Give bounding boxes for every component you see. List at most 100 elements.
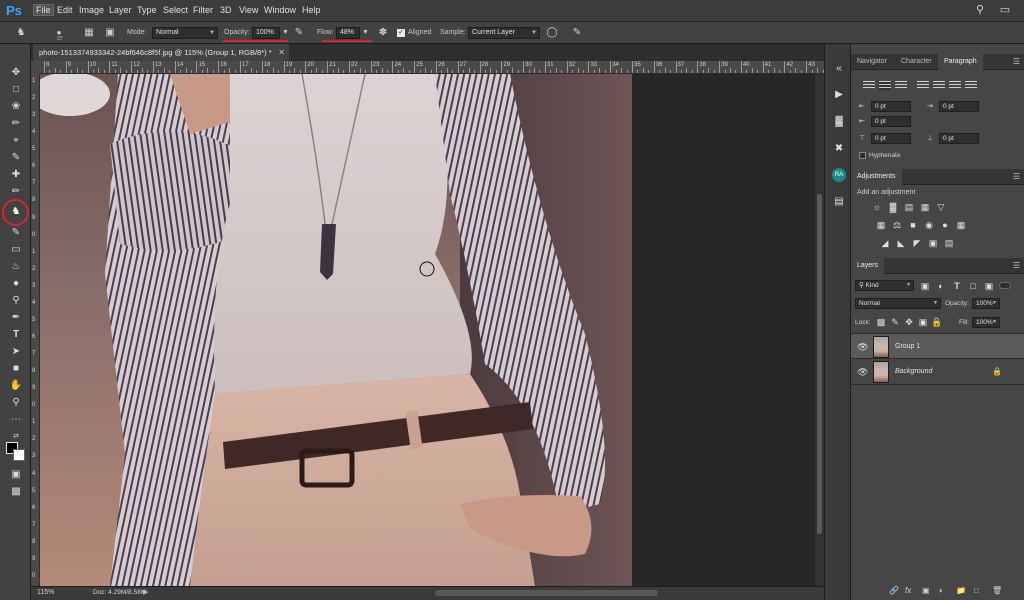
collapse-panels-icon[interactable]: « — [831, 61, 847, 77]
eyedropper-tool-icon[interactable]: ✎ — [7, 151, 25, 165]
menu-file[interactable]: File — [33, 4, 54, 16]
opacity-field[interactable]: 100% — [252, 27, 280, 39]
flow-dropdown-icon[interactable]: ▼ — [362, 29, 369, 36]
photo-canvas[interactable] — [40, 74, 815, 586]
vibrance-icon[interactable]: ▽ — [935, 201, 947, 213]
ignore-adjustment-icon[interactable]: ◯ — [545, 26, 559, 40]
brightness-contrast-icon[interactable]: ☼ — [871, 201, 883, 213]
vertical-scrollbar[interactable] — [815, 74, 824, 586]
add-mask-icon[interactable]: ▣ — [922, 586, 930, 595]
healing-brush-tool-icon[interactable]: ✚ — [7, 168, 25, 182]
selective-color-icon[interactable]: ▣ — [927, 237, 939, 249]
lock-artboard-icon[interactable]: ▣ — [917, 316, 929, 328]
align-left-icon[interactable] — [863, 81, 875, 90]
blur-tool-icon[interactable]: ● — [7, 277, 25, 291]
layer-row-background[interactable]: 👁 Background 🔒 — [851, 359, 1024, 385]
filter-toggle[interactable] — [999, 282, 1011, 289]
canvas-area[interactable] — [40, 74, 815, 586]
lock-image-icon[interactable]: ✎ — [889, 316, 901, 328]
tab-layers[interactable]: Layers — [851, 258, 885, 274]
tool-presets-icon[interactable]: ✖ — [831, 141, 847, 157]
threshold-icon[interactable]: ◤ — [911, 237, 923, 249]
scroll-thumb[interactable] — [817, 194, 822, 534]
properties-icon[interactable]: ▤ — [831, 194, 847, 210]
gradient-map-icon[interactable]: ▤ — [943, 237, 955, 249]
close-tab-icon[interactable]: ✕ — [278, 44, 285, 61]
color-lookup-icon[interactable]: ▦ — [955, 219, 967, 231]
align-center-icon[interactable] — [879, 81, 891, 90]
black-white-icon[interactable]: ■ — [907, 219, 919, 231]
type-tool-icon[interactable]: T — [7, 328, 25, 342]
more-tools-icon[interactable]: ⋯ — [7, 413, 25, 427]
filter-pixel-icon[interactable]: ▣ — [919, 280, 931, 292]
zoom-tool-icon[interactable]: ⚲ — [7, 396, 25, 410]
clone-source-icon[interactable]: ▣ — [103, 26, 117, 40]
layer-style-icon[interactable]: fx — [905, 586, 911, 595]
filter-shape-icon[interactable]: □ — [967, 280, 979, 292]
layer-row-group-1[interactable]: 👁 Group 1 — [851, 333, 1024, 359]
tab-navigator[interactable]: Navigator — [851, 54, 893, 70]
mode-select[interactable]: Normal ▼ — [152, 27, 218, 39]
pen-tool-icon[interactable]: ✒ — [7, 311, 25, 325]
indent-right-field[interactable]: 0 pt — [939, 101, 979, 112]
space-before-field[interactable]: 0 pt — [871, 133, 911, 144]
menu-image[interactable]: Image — [79, 5, 104, 15]
space-after-field[interactable]: 0 pt — [939, 133, 979, 144]
eraser-tool-icon[interactable]: ▭ — [7, 243, 25, 257]
blend-mode-select[interactable]: Normal ▼ — [855, 298, 941, 309]
move-tool-icon[interactable]: ✥ — [7, 66, 25, 80]
justify-right-icon[interactable] — [949, 81, 961, 90]
pressure-opacity-icon[interactable]: ✎ — [292, 26, 306, 40]
invert-icon[interactable]: ◢ — [879, 237, 891, 249]
menu-edit[interactable]: Edit — [57, 5, 73, 15]
lock-position-icon[interactable]: ✥ — [903, 316, 915, 328]
paint-bucket-tool-icon[interactable]: ♨ — [7, 260, 25, 274]
channel-mixer-icon[interactable]: ● — [939, 219, 951, 231]
rectangle-tool-icon[interactable]: ■ — [7, 362, 25, 376]
menu-select[interactable]: Select — [163, 5, 188, 15]
zoom-level[interactable]: 115% — [37, 589, 54, 596]
tab-adjustments[interactable]: Adjustments — [851, 169, 902, 185]
indent-left-field[interactable]: 0 pt — [871, 101, 911, 112]
filter-type-icon[interactable]: T — [951, 280, 963, 292]
pressure-size-icon[interactable]: ✎ — [570, 26, 584, 40]
layers-menu-icon[interactable]: ☰ — [1013, 261, 1020, 270]
lasso-tool-icon[interactable]: ❀ — [7, 100, 25, 114]
justify-all-icon[interactable] — [965, 81, 977, 90]
clone-stamp-preset-icon[interactable]: ♞ — [14, 26, 28, 40]
tab-character[interactable]: Character — [895, 54, 938, 70]
search-icon[interactable]: ⚲ — [973, 3, 987, 17]
menu-view[interactable]: View — [239, 5, 258, 15]
menu-filter[interactable]: Filter — [193, 5, 213, 15]
lock-all-icon[interactable]: 🔒 — [931, 316, 943, 328]
hand-tool-icon[interactable]: ✋ — [7, 379, 25, 393]
lock-transparent-icon[interactable]: ▩ — [875, 316, 887, 328]
align-right-icon[interactable] — [895, 81, 907, 90]
photo-filter-icon[interactable]: ◉ — [923, 219, 935, 231]
layer-opacity-field[interactable]: 100% ▼ — [972, 298, 1000, 309]
filter-kind-select[interactable]: ⚲ Kind ▼ — [855, 280, 914, 291]
hue-saturation-icon[interactable]: ▦ — [875, 219, 887, 231]
panel-menu-icon[interactable]: ☰ — [1013, 57, 1020, 66]
quick-select-tool-icon[interactable]: ✏ — [7, 117, 25, 131]
filter-adjustment-icon[interactable]: ◐ — [935, 280, 947, 292]
clone-stamp-tool-icon[interactable]: ♞ — [7, 205, 25, 219]
airbrush-icon[interactable]: ✽ — [376, 26, 390, 40]
brush-settings-icon[interactable]: ▦ — [82, 26, 96, 40]
new-group-icon[interactable]: 📁 — [956, 586, 966, 595]
play-actions-icon[interactable]: ▶ — [831, 87, 847, 103]
sample-select[interactable]: Current Layer ▼ — [468, 27, 540, 39]
levels-icon[interactable]: ▓ — [887, 201, 899, 213]
posterize-icon[interactable]: ◣ — [895, 237, 907, 249]
tab-paragraph[interactable]: Paragraph — [938, 54, 983, 70]
delete-layer-icon[interactable]: 🗑 — [992, 586, 1002, 595]
screen-mode-icon[interactable]: ▩ — [7, 485, 25, 499]
fill-field[interactable]: 100% ▼ — [972, 317, 1000, 328]
flow-field[interactable]: 48% — [336, 27, 360, 39]
justify-left-icon[interactable] — [917, 81, 929, 90]
background-color-swatch[interactable] — [13, 449, 25, 461]
path-selection-tool-icon[interactable]: ➤ — [7, 345, 25, 359]
marquee-tool-icon[interactable]: □ — [7, 83, 25, 97]
aligned-checkbox[interactable]: ✓ — [397, 29, 405, 37]
histogram-icon[interactable]: ▓ — [831, 114, 847, 130]
